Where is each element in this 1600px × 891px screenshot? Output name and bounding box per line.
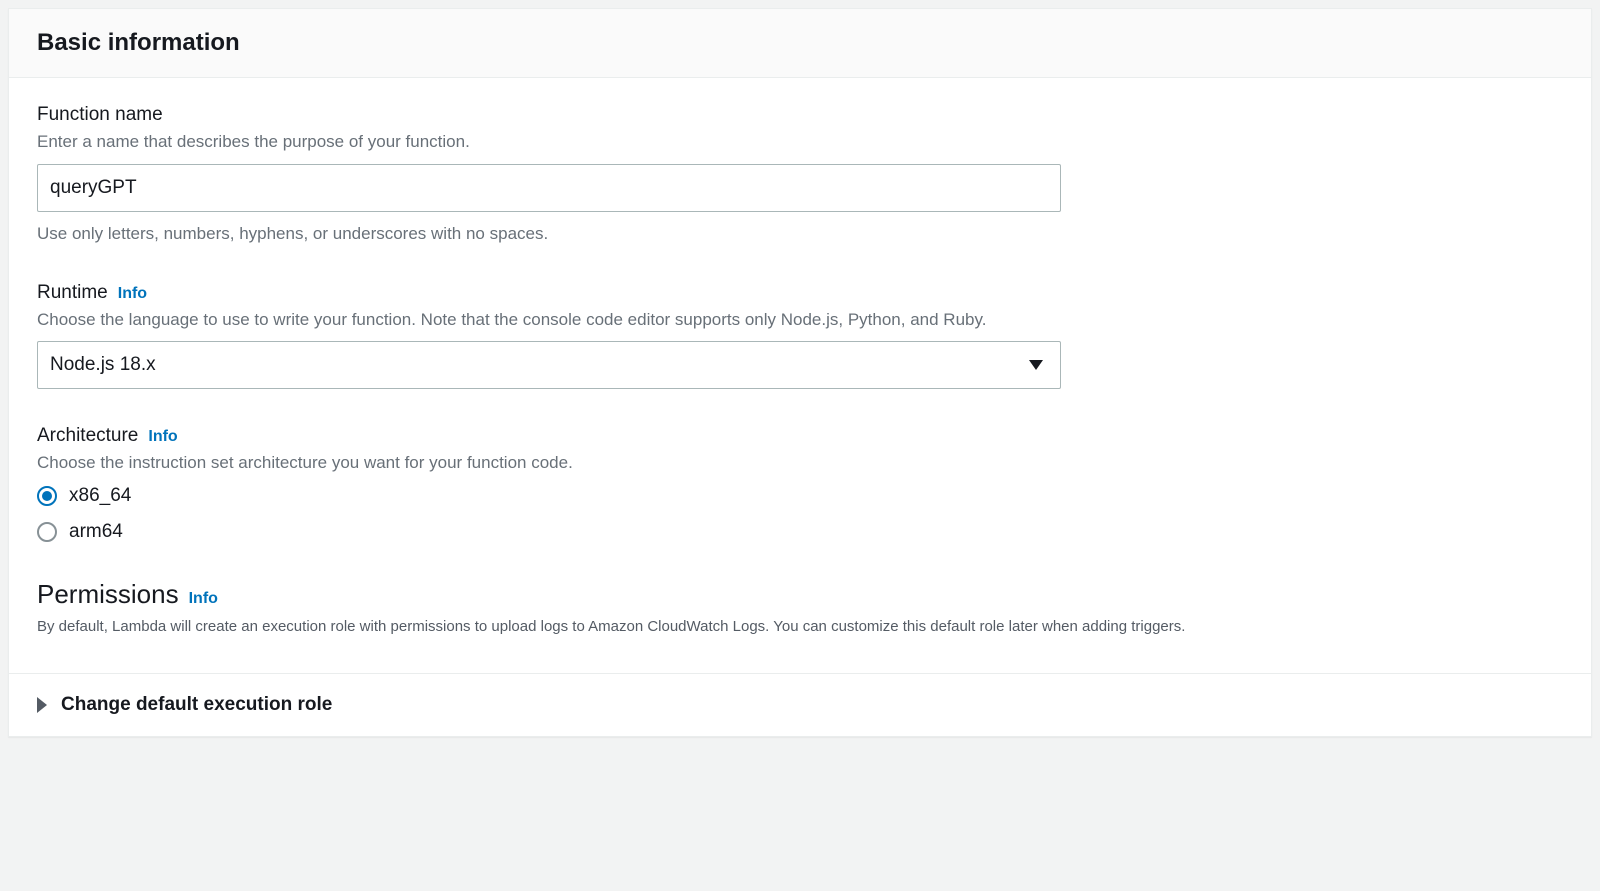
expander-label: Change default execution role bbox=[61, 694, 332, 716]
radio-icon bbox=[37, 522, 57, 542]
basic-information-panel: Basic information Function name Enter a … bbox=[8, 8, 1592, 737]
permissions-info-link[interactable]: Info bbox=[189, 590, 218, 608]
runtime-selected-value: Node.js 18.x bbox=[50, 354, 156, 376]
triangle-right-icon bbox=[37, 697, 47, 713]
function-name-input[interactable] bbox=[37, 164, 1061, 212]
runtime-info-link[interactable]: Info bbox=[118, 285, 147, 303]
panel-header: Basic information bbox=[9, 9, 1591, 78]
change-execution-role-expander[interactable]: Change default execution role bbox=[37, 694, 1563, 716]
panel-title: Basic information bbox=[37, 29, 1563, 57]
function-name-description: Enter a name that describes the purpose … bbox=[37, 130, 1563, 154]
panel-footer: Change default execution role bbox=[9, 673, 1591, 736]
panel-body: Function name Enter a name that describe… bbox=[9, 78, 1591, 673]
permissions-label: Permissions bbox=[37, 579, 179, 610]
runtime-label: Runtime bbox=[37, 282, 108, 304]
radio-label-x86-64: x86_64 bbox=[69, 485, 131, 507]
architecture-label: Architecture bbox=[37, 425, 138, 447]
architecture-info-link[interactable]: Info bbox=[148, 428, 177, 446]
function-name-constraint: Use only letters, numbers, hyphens, or u… bbox=[37, 222, 1563, 246]
runtime-description: Choose the language to use to write your… bbox=[37, 308, 1563, 332]
architecture-description: Choose the instruction set architecture … bbox=[37, 451, 1563, 475]
runtime-section: Runtime Info Choose the language to use … bbox=[37, 282, 1563, 390]
architecture-radio-x86-64[interactable]: x86_64 bbox=[37, 485, 1563, 507]
radio-icon bbox=[37, 486, 57, 506]
permissions-section: Permissions Info By default, Lambda will… bbox=[37, 579, 1563, 639]
radio-label-arm64: arm64 bbox=[69, 521, 123, 543]
architecture-section: Architecture Info Choose the instruction… bbox=[37, 425, 1563, 543]
function-name-section: Function name Enter a name that describe… bbox=[37, 104, 1563, 246]
architecture-radio-arm64[interactable]: arm64 bbox=[37, 521, 1563, 543]
permissions-description: By default, Lambda will create an execut… bbox=[37, 616, 1563, 639]
runtime-select[interactable]: Node.js 18.x bbox=[37, 341, 1061, 389]
function-name-label: Function name bbox=[37, 104, 163, 126]
